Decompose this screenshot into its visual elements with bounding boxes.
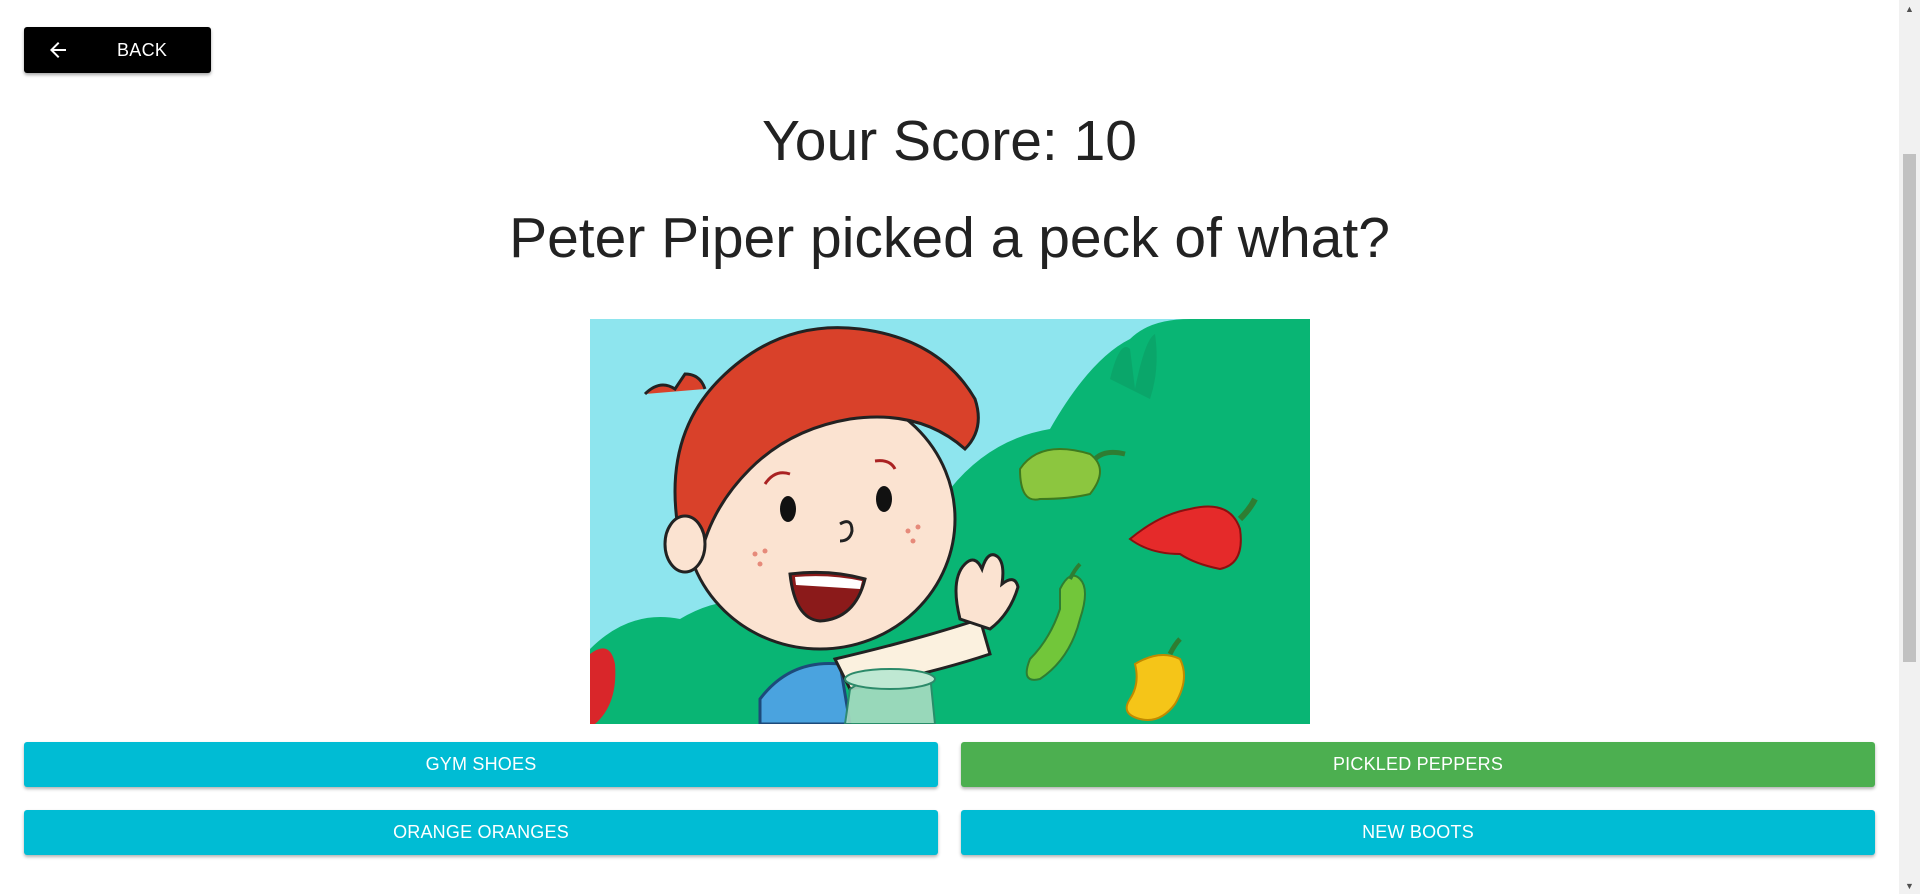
answer-button-1[interactable]: GYM SHOES (24, 742, 938, 787)
triangle-up-icon[interactable]: ▲ (1899, 0, 1920, 17)
question-text: Peter Piper picked a peck of what? (509, 206, 1390, 270)
question-illustration (590, 319, 1310, 724)
vertical-scrollbar[interactable]: ▲ ▼ (1899, 0, 1920, 894)
answer-label: ORANGE ORANGES (393, 822, 569, 842)
triangle-down-icon[interactable]: ▼ (1899, 877, 1920, 894)
answer-button-4[interactable]: NEW BOOTS (961, 810, 1875, 855)
answer-button-2[interactable]: PICKLED PEPPERS (961, 742, 1875, 787)
answer-button-3[interactable]: ORANGE ORANGES (24, 810, 938, 855)
answer-label: PICKLED PEPPERS (1332, 754, 1504, 774)
peter-piper-image (590, 319, 1310, 724)
back-button-label: BACK (117, 40, 168, 60)
quiz-page: BACK Your Score: 10 Peter Piper picked a… (0, 0, 1899, 894)
scrollbar-thumb[interactable] (1903, 154, 1916, 662)
score-display: Your Score: 10 (762, 109, 1137, 173)
back-button[interactable]: BACK (24, 27, 211, 73)
answer-label: NEW BOOTS (1362, 822, 1474, 842)
arrow-left-icon (50, 42, 66, 58)
answer-label: GYM SHOES (425, 754, 537, 774)
